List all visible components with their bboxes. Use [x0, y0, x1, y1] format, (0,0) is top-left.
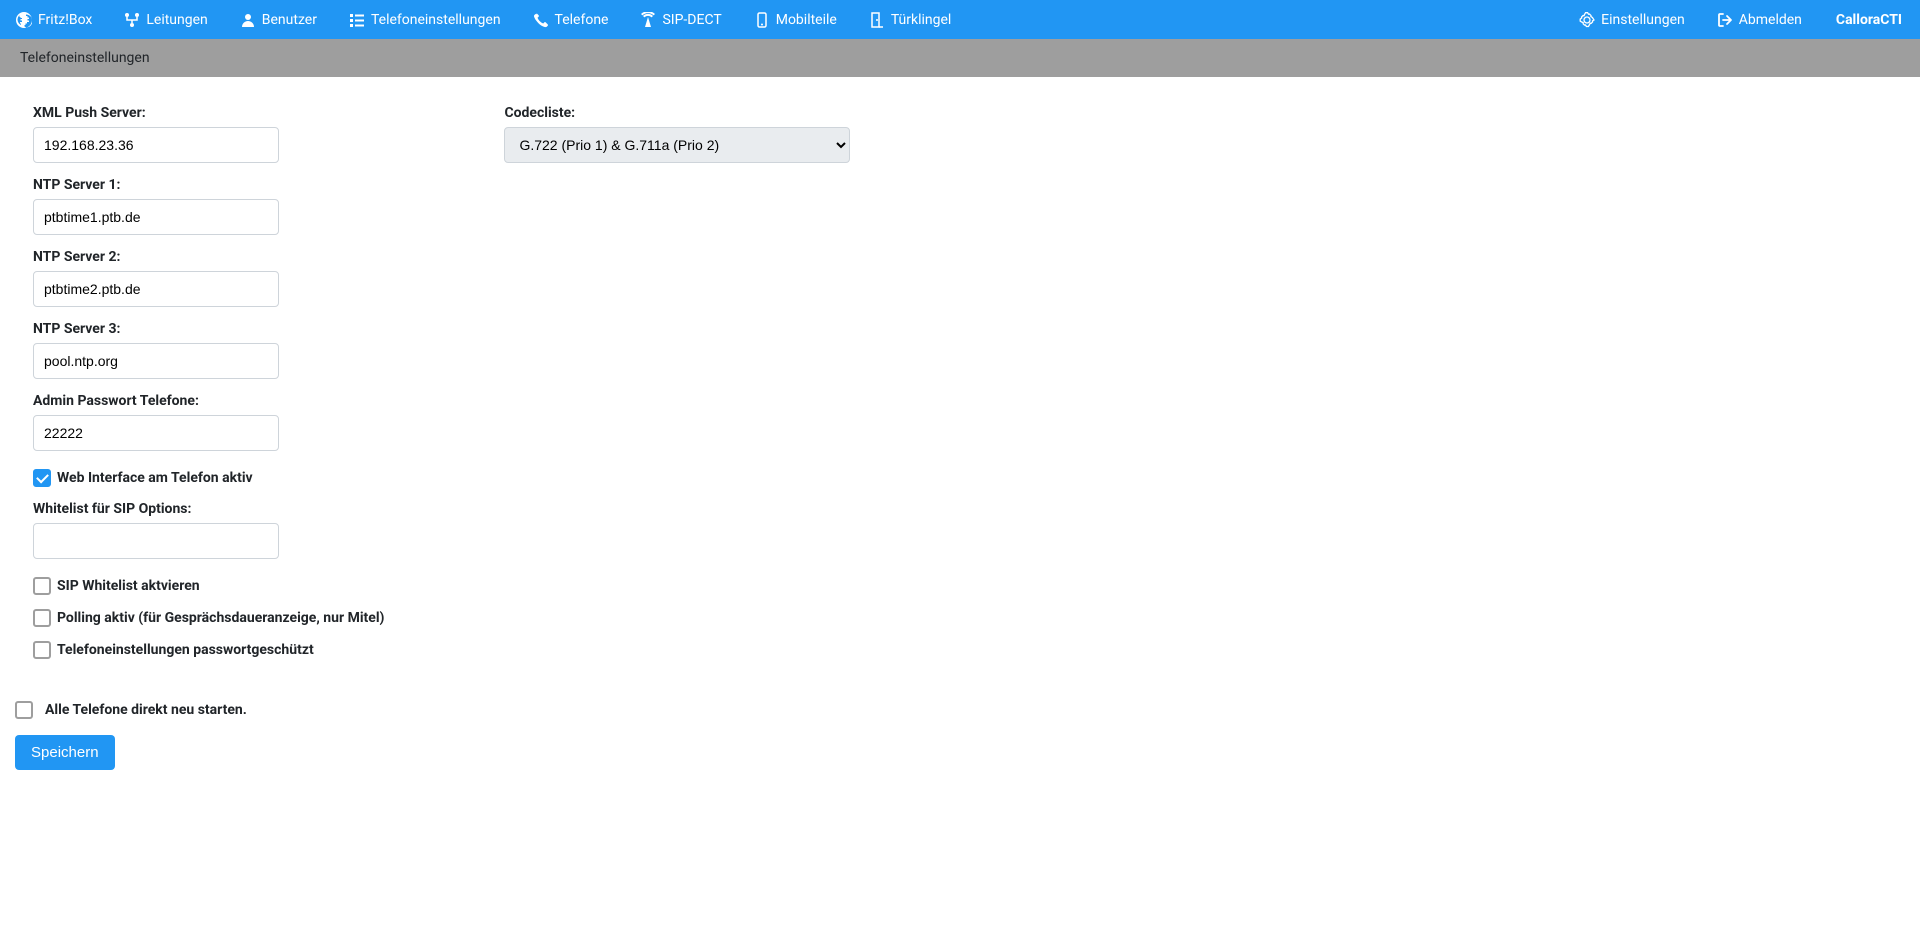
ntp1-label: NTP Server 1:	[33, 177, 384, 193]
admin-pw-label: Admin Passwort Telefone:	[33, 393, 384, 409]
door-icon	[869, 12, 885, 28]
pw-protect-checkbox[interactable]	[33, 641, 51, 659]
admin-pw-input[interactable]	[33, 415, 279, 451]
col-right: Codecliste: G.722 (Prio 1) & G.711a (Pri…	[504, 105, 850, 177]
list-icon	[349, 12, 365, 28]
nav-item-einstellungen[interactable]: Einstellungen	[1563, 0, 1701, 39]
ntp1-input[interactable]	[33, 199, 279, 235]
ntp2-input[interactable]	[33, 271, 279, 307]
polling-checkbox[interactable]	[33, 609, 51, 627]
nav-item-leitungen[interactable]: Leitungen	[108, 0, 223, 39]
whitelist-input[interactable]	[33, 523, 279, 559]
nav-item-tuerklingel[interactable]: Türklingel	[853, 0, 968, 39]
nav-label: Mobilteile	[776, 12, 837, 28]
sip-whitelist-label: SIP Whitelist aktvieren	[57, 578, 200, 594]
restart-all-label: Alle Telefone direkt neu starten.	[45, 702, 247, 718]
bottom-actions: Alle Telefone direkt neu starten. Speich…	[15, 701, 1887, 770]
phone-icon	[533, 12, 549, 28]
mobile-icon	[754, 12, 770, 28]
brand-label: CalloraCTI	[1818, 0, 1920, 39]
page-title: Telefoneinstellungen	[0, 39, 1920, 77]
col-left: XML Push Server: NTP Server 1: NTP Serve…	[33, 105, 384, 673]
ntp2-label: NTP Server 2:	[33, 249, 384, 265]
ntp3-input[interactable]	[33, 343, 279, 379]
nav-label: Benutzer	[262, 12, 317, 28]
web-interface-checkbox[interactable]	[33, 469, 51, 487]
nav-item-benutzer[interactable]: Benutzer	[224, 0, 333, 39]
save-button[interactable]: Speichern	[15, 735, 115, 770]
nav-item-telefoneinstellungen[interactable]: Telefoneinstellungen	[333, 0, 517, 39]
nav-left: Fritz!Box Leitungen Benutzer Telefoneins…	[0, 0, 967, 39]
xml-push-label: XML Push Server:	[33, 105, 384, 121]
codec-select[interactable]: G.722 (Prio 1) & G.711a (Prio 2)	[504, 127, 850, 163]
nav-label: Leitungen	[146, 12, 207, 28]
nav-label: Einstellungen	[1601, 12, 1685, 28]
xml-push-input[interactable]	[33, 127, 279, 163]
nav-label: Abmelden	[1739, 12, 1802, 28]
nav-label: SIP-DECT	[662, 12, 721, 28]
nav-item-abmelden[interactable]: Abmelden	[1701, 0, 1818, 39]
lines-icon	[124, 12, 140, 28]
user-icon	[240, 12, 256, 28]
ntp3-label: NTP Server 3:	[33, 321, 384, 337]
restart-all-checkbox[interactable]	[15, 701, 33, 719]
nav-label: Telefone	[555, 12, 609, 28]
nav-item-fritzbox[interactable]: Fritz!Box	[0, 0, 108, 39]
nav-item-telefone[interactable]: Telefone	[517, 0, 625, 39]
pw-protect-label: Telefoneinstellungen passwortgeschützt	[57, 642, 314, 658]
nav-label: Türklingel	[891, 12, 952, 28]
web-interface-label: Web Interface am Telefon aktiv	[57, 470, 253, 486]
antenna-icon	[640, 12, 656, 28]
nav-right: Einstellungen Abmelden CalloraCTI	[1563, 0, 1920, 39]
nav-item-mobilteile[interactable]: Mobilteile	[738, 0, 853, 39]
sip-whitelist-checkbox[interactable]	[33, 577, 51, 595]
codec-label: Codecliste:	[504, 105, 850, 121]
logout-icon	[1717, 12, 1733, 28]
content: XML Push Server: NTP Server 1: NTP Serve…	[0, 77, 1920, 798]
nav-label: Telefoneinstellungen	[371, 12, 501, 28]
polling-label: Polling aktiv (für Gesprächsdaueranzeige…	[57, 610, 384, 626]
globe-icon	[16, 12, 32, 28]
nav-label: Fritz!Box	[38, 12, 92, 28]
gear-icon	[1579, 12, 1595, 28]
nav-item-sip-dect[interactable]: SIP-DECT	[624, 0, 737, 39]
top-nav: Fritz!Box Leitungen Benutzer Telefoneins…	[0, 0, 1920, 39]
whitelist-label: Whitelist für SIP Options:	[33, 501, 384, 517]
